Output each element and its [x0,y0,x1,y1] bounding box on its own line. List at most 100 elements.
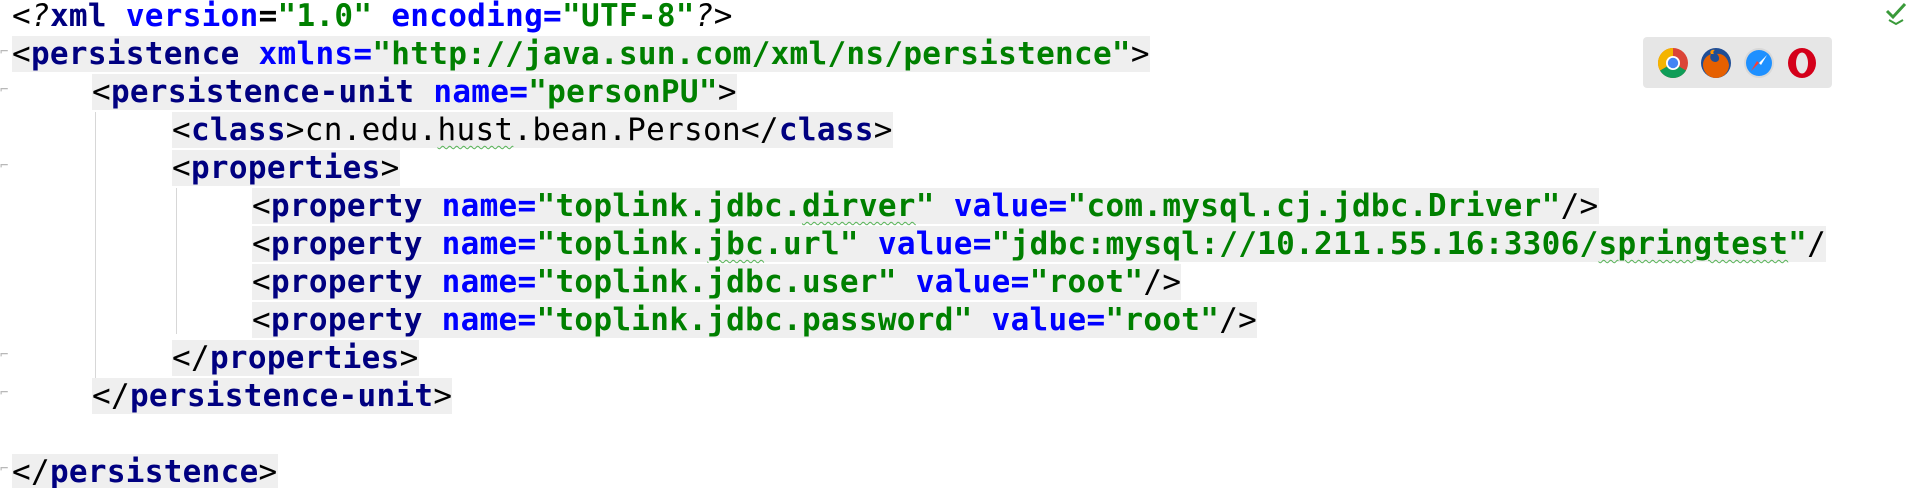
token: > [433,378,453,414]
safari-icon[interactable] [1742,46,1776,80]
token: persistence-unit [129,378,434,414]
token: "root" [1029,264,1144,300]
token: </ [92,378,130,414]
chrome-icon[interactable] [1656,46,1690,80]
code-line-11: </persistence-unit> [92,377,453,415]
token: dirver [801,188,916,224]
token: > [873,112,893,148]
token: = [353,36,373,72]
token: value [915,264,1011,300]
token: = [517,264,537,300]
token: = [1086,302,1106,338]
token: "toplink.jdbc.password" [536,302,973,338]
fold-marker-icon[interactable]: ⌐ [0,158,10,174]
token: = [517,188,537,224]
code-line-2: <persistence xmlns="http://java.sun.com/… [12,35,1150,73]
token: </ [12,454,50,488]
token: < [12,0,31,34]
token: jbc [707,226,765,262]
token: .bean.Person [513,112,741,148]
token: > [1130,36,1150,72]
token: / [1807,226,1827,262]
token: xml [49,0,107,34]
token: = [517,302,537,338]
token: /> [1560,188,1599,224]
token: = [258,0,278,34]
token: > [285,112,305,148]
token: > [399,340,419,376]
token: ? [30,0,50,34]
token: "toplink.jdbc.user" [536,264,897,300]
code-line-8: <property name="toplink.jdbc.user" value… [252,263,1182,301]
fold-marker-icon[interactable]: ⌐ [0,385,10,401]
token: "com.mysql.cj.jdbc.Driver" [1067,188,1561,224]
inspection-ok-icon[interactable] [1885,2,1907,26]
token: "http://java.sun.com/xml/ns/persistence" [372,36,1131,72]
token: = [1048,188,1068,224]
token: persistence [30,36,240,72]
token: < [252,226,271,262]
token: ? [694,0,714,34]
token: < [92,74,111,110]
token: xmlns [258,36,354,72]
browser-preview-bar [1643,37,1832,88]
token: "UTF-8" [562,0,695,34]
token: cn.edu. [304,112,438,148]
token: value [953,188,1049,224]
token: > [717,74,737,110]
token: < [172,150,191,186]
token: > [713,0,733,34]
token: " [1788,226,1808,262]
token: </ [172,340,210,376]
code-line-10: </properties> [172,339,419,377]
code-line-7: <property name="toplink.jbc.url" value="… [252,225,1827,263]
token: " [915,188,935,224]
token: value [877,226,973,262]
token: name [441,226,518,262]
token: property [270,226,423,262]
fold-marker-icon[interactable]: ⌐ [0,82,10,98]
fold-marker-icon[interactable]: ⌐ [0,44,10,60]
code-editor[interactable]: ⌐ ⌐ ⌐ ⌐ ⌐ ⌐ <?xml version="1.0" encoding… [0,0,1914,488]
opera-icon[interactable] [1785,46,1819,80]
token: name [433,74,510,110]
code-line-13: </persistence> [12,453,278,488]
token: springtest [1598,226,1789,262]
token: /> [1219,302,1258,338]
indent-guide [176,188,177,334]
indent-guide [95,112,96,410]
code-line-3: <persistence-unit name="personPU"> [92,73,737,111]
token: "personPU" [528,74,718,110]
fold-marker-icon[interactable]: ⌐ [0,461,10,477]
token: < [252,188,271,224]
token: persistence [49,454,259,488]
token: /> [1143,264,1182,300]
token: .url" [764,226,859,262]
code-line-4: <class>cn.edu.hust.bean.Person</class> [172,111,893,149]
token: value [991,302,1087,338]
token: property [270,188,423,224]
token: "toplink. [536,226,708,262]
token: "jdbc:mysql://10.211.55.16:3306/ [991,226,1599,262]
token: properties [190,150,381,186]
token: encoding [391,0,544,34]
token: class [778,112,874,148]
firefox-icon[interactable] [1699,46,1733,80]
token: = [509,74,529,110]
token: </ [740,112,779,148]
token: "1.0" [277,0,373,34]
token: < [172,112,191,148]
token: persistence-unit [110,74,415,110]
token: = [1010,264,1030,300]
fold-marker-icon[interactable]: ⌐ [0,347,10,363]
token: property [270,302,423,338]
